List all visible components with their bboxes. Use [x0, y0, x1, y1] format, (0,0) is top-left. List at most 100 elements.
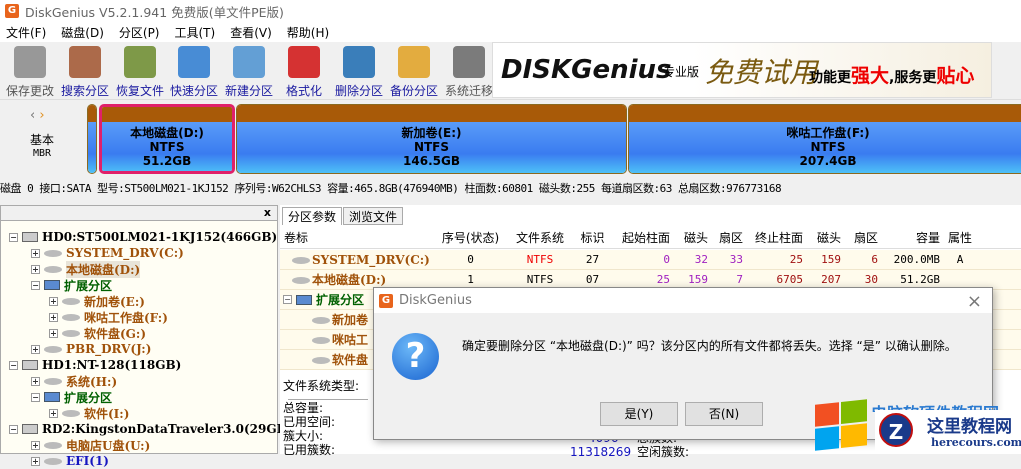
tree-item[interactable]: − RD2:KingstonDataTraveler3.0(29GB) — [9, 421, 292, 437]
tree-item[interactable]: + SYSTEM_DRV(C:) — [31, 245, 184, 261]
column-header[interactable]: 容量 — [880, 228, 940, 248]
yes-button[interactable]: 是(Y) — [600, 402, 678, 426]
watermark-logo-icon: Z — [879, 413, 913, 447]
column-header[interactable]: 终止柱面 — [745, 228, 803, 248]
partition-body: 咪咕工作盘(F:) NTFS 207.4GB — [629, 122, 1021, 173]
menu-view[interactable]: 查看(V) — [224, 24, 281, 41]
partition-fs: NTFS — [149, 140, 185, 154]
expand-icon[interactable]: + — [49, 312, 58, 322]
toolbar-button-recover[interactable]: 恢复文件 — [112, 44, 168, 98]
tree-item[interactable]: + 软件盘(G:) — [49, 325, 146, 341]
tree-item[interactable]: − 扩展分区 — [31, 389, 112, 405]
column-header[interactable]: 磁头 — [672, 228, 708, 248]
partition-icon — [44, 265, 62, 273]
column-header[interactable]: 卷标 — [284, 228, 434, 248]
watermark-site-name: 这里教程网 — [927, 417, 1012, 437]
menu-help[interactable]: 帮助(H) — [281, 24, 338, 41]
dialog-title: DiskGenius — [399, 293, 472, 308]
close-button[interactable]: × — [967, 291, 982, 312]
toolbar-button-search[interactable]: 搜索分区 — [57, 44, 113, 98]
expand-icon[interactable]: + — [31, 248, 40, 258]
partition-block-d[interactable]: 本地磁盘(D:) NTFS 51.2GB — [99, 104, 235, 174]
menu-file[interactable]: 文件(F) — [0, 24, 55, 41]
expand-icon[interactable]: + — [31, 344, 40, 354]
tree-item[interactable]: − HD0:ST500LM021-1KJ152(466GB) — [9, 229, 277, 245]
collapse-icon[interactable]: − — [283, 295, 292, 304]
disk-map: ‹ › 基本 MBR 本地磁盘(D:) NTFS 51.2GB 新加卷(E:) NTFS… — [0, 100, 1021, 176]
toolbar-button-label: 恢复文件 — [115, 84, 164, 98]
menu-disk[interactable]: 磁盘(D) — [55, 24, 113, 41]
tree-item[interactable]: + 软件(I:) — [49, 405, 129, 421]
expand-icon[interactable]: + — [49, 296, 58, 306]
column-header[interactable]: 起始柱面 — [610, 228, 670, 248]
table-cell: 32 — [694, 253, 708, 266]
ad-banner[interactable]: DISKGenius 专业版 免费试用 功能更强大,服务更贴心 — [492, 42, 992, 98]
column-header[interactable]: 磁头 — [805, 228, 841, 248]
tree-item-label: 电脑店U盘(U:) — [66, 438, 151, 453]
expand-icon[interactable]: + — [49, 328, 58, 338]
table-cell: NTFS — [526, 253, 554, 266]
toolbar-button-migrate[interactable]: 系统迁移 — [441, 44, 497, 98]
tree-item-label: PBR_DRV(J:) — [66, 342, 152, 356]
toolbar-button-format[interactable]: 格式化 — [276, 44, 332, 98]
expand-icon[interactable]: + — [31, 456, 40, 466]
disk-type: 基本 MBR — [30, 134, 54, 160]
tree-item[interactable]: + 新加卷(E:) — [49, 293, 145, 309]
tree-item-label: 本地磁盘(D:) — [66, 260, 141, 278]
table-cell: 咪咕工 — [332, 333, 369, 347]
partition-body: 新加卷(E:) NTFS 146.5GB — [237, 122, 626, 173]
collapse-icon[interactable]: − — [9, 360, 18, 370]
tree-item[interactable]: + 本地磁盘(D:) — [31, 260, 141, 278]
column-header[interactable]: 属性 — [942, 228, 978, 248]
collapse-icon[interactable]: − — [9, 424, 18, 434]
tree-item[interactable]: + 系统(H:) — [31, 373, 117, 389]
used-clusters-label: 已用簇数: — [283, 443, 336, 457]
collapse-icon[interactable]: − — [9, 232, 18, 242]
toolbar-button-backup[interactable]: 备份分区 — [386, 44, 442, 98]
toolbar-button-quick-partition[interactable]: 快速分区 — [166, 44, 222, 98]
dialog-title-bar: G DiskGenius × — [374, 288, 992, 313]
tree-item-label: HD0:ST500LM021-1KJ152(466GB) — [42, 230, 278, 244]
close-icon[interactable]: x — [264, 206, 271, 219]
partition-block-e[interactable]: 新加卷(E:) NTFS 146.5GB — [236, 104, 627, 174]
expand-icon[interactable]: + — [31, 440, 40, 450]
tree-item[interactable]: − HD1:NT-128(118GB) — [9, 357, 181, 373]
toolbar-button-new-partition[interactable]: 新建分区 — [221, 44, 277, 98]
tree-item-label: 软件盘(G:) — [84, 326, 147, 341]
tree-item[interactable]: − 扩展分区 — [31, 277, 112, 293]
toolbar-button-delete[interactable]: 删除分区 — [331, 44, 387, 98]
column-header[interactable]: 扇区 — [843, 228, 878, 248]
toolbar-button-save[interactable]: 保存更改 — [2, 44, 58, 98]
backup-icon — [398, 46, 430, 78]
partition-block-system[interactable] — [87, 104, 97, 174]
expand-icon[interactable]: + — [49, 408, 58, 418]
column-header[interactable]: 序号(状态) — [436, 228, 505, 248]
collapse-icon[interactable]: − — [31, 280, 40, 290]
expand-icon[interactable]: + — [31, 264, 40, 274]
expand-icon[interactable]: + — [31, 376, 40, 386]
tree-item[interactable]: + 咪咕工作盘(F:) — [49, 309, 168, 325]
table-cell: 27 — [585, 253, 600, 266]
column-header[interactable]: 标识 — [575, 228, 610, 248]
tab-browse-files[interactable]: 浏览文件 — [343, 207, 404, 225]
column-header[interactable]: 文件系统 — [505, 228, 575, 248]
menu-bar: 文件(F) 磁盘(D) 分区(P) 工具(T) 查看(V) 帮助(H) — [0, 22, 1021, 42]
tab-partition-params[interactable]: 分区参数 — [282, 207, 343, 225]
no-button[interactable]: 否(N) — [685, 402, 763, 426]
toolbar-button-label: 格式化 — [285, 84, 322, 98]
menu-partition[interactable]: 分区(P) — [113, 24, 169, 41]
window-title: DiskGenius V5.2.1.941 免费版(单文件PE版) — [25, 4, 284, 20]
fs-type-label: 文件系统类型: — [283, 379, 360, 393]
banner-tagline: 功能更强大,服务更贴心 — [809, 61, 974, 88]
disk-type-basic: 基本 — [30, 133, 55, 147]
tree-item[interactable]: + PBR_DRV(J:) — [31, 341, 151, 357]
nav-arrows-icon[interactable]: ‹ › — [30, 108, 45, 123]
partition-block-f[interactable]: 咪咕工作盘(F:) NTFS 207.4GB — [628, 104, 1021, 174]
table-row[interactable]: SYSTEM_DRV(C:) 0 NTFS 27 0 32 33 25 159 6 200.0MB A — [280, 250, 1021, 270]
column-header[interactable]: 扇区 — [710, 228, 743, 248]
tree-item[interactable]: + 电脑店U盘(U:) — [31, 437, 150, 453]
extended-partition-icon — [44, 280, 60, 290]
menu-tools[interactable]: 工具(T) — [169, 24, 225, 41]
collapse-icon[interactable]: − — [31, 392, 40, 402]
tree-item[interactable]: + EFI(1) — [31, 453, 109, 469]
